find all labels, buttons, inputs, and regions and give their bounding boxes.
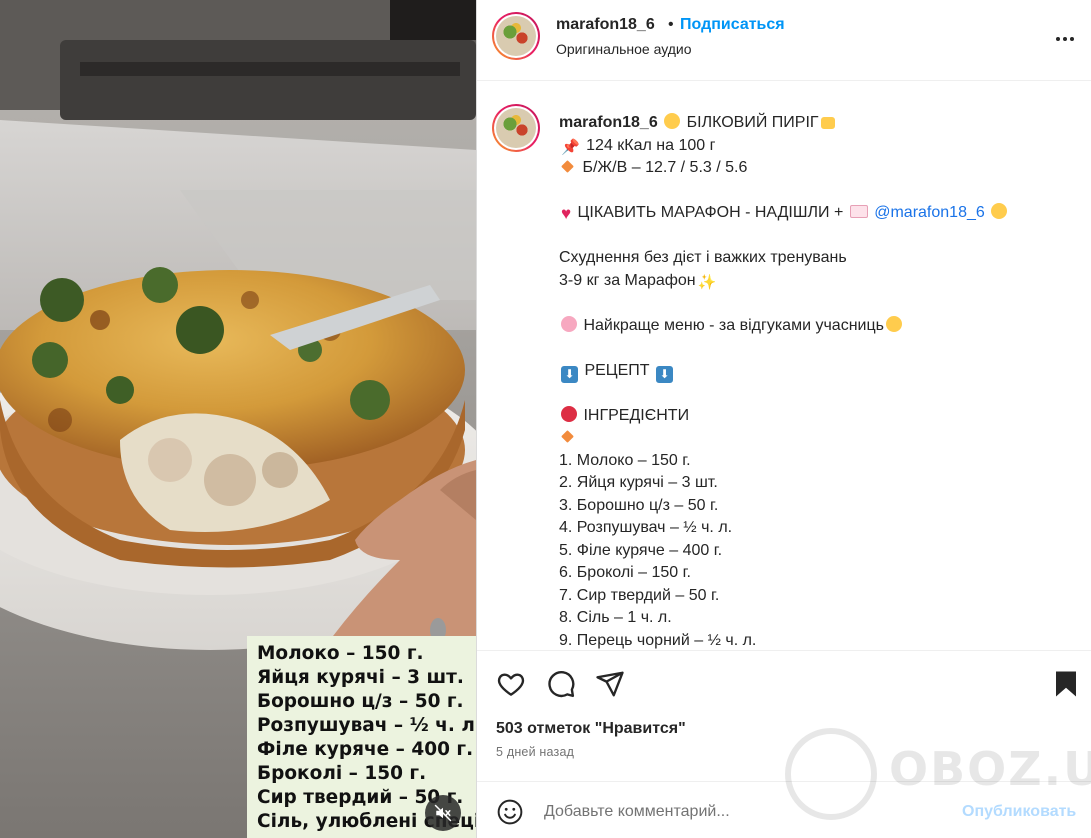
ingredient-item: 3. Борошно ц/з – 50 г. [559,496,719,514]
caption-menu: Найкраще меню - за відгуками учасниць [583,316,884,334]
caption-title: БІЛКОВИЙ ПИРІГ [686,114,819,131]
ingredient-item: 9. Перець чорний – ½ ч. л. [559,631,757,649]
ingredient-item: 2. Яйця курячі – 3 шт. [559,474,718,491]
separator-dot: • [668,16,674,33]
heart-emoji-icon: ♥ [561,204,572,223]
caption-cta: ЦІКАВИТЬ МАРАФОН - НАДІШЛИ + [577,204,844,221]
caption-kcal: 124 кКал на 100 г [586,136,716,154]
cheese-emoji-icon [820,117,835,129]
dizzy-icon: ✨ [697,273,717,291]
ingredient-item: 8. Сіль – 1 ч. л. [559,609,672,626]
post-panel: marafon18_6 • Подписаться Оригинальное а… [477,0,1091,838]
heart-icon[interactable] [496,669,526,699]
caption-macros: Б/Ж/В – 12.7 / 5.3 / 5.6 [582,159,748,176]
mute-button[interactable] [425,795,461,831]
down-arrow-icon: ⬇ [561,365,578,383]
orange-diamond-icon [561,430,574,443]
caption-recipe: РЕЦЕПТ [584,361,650,379]
overlay-line: Філе куряче – 400 г. [257,739,474,760]
caption-promo-1: Схуднення без дієт і важких тренувань [559,249,847,266]
ingredient-item: 6. Броколі – 150 г. [559,564,691,581]
username-link[interactable]: marafon18_6 [556,16,655,34]
comment-input[interactable] [544,800,954,824]
ingredient-item: 1. Молоко – 150 г. [559,451,691,469]
post-header: marafon18_6 • Подписаться Оригинальное а… [477,0,1091,81]
caption-text: marafon18_6 БІЛКОВИЙ ПИРІГ 📌 124 кКал на… [559,112,1079,650]
grin-emoji-icon [664,113,681,129]
emoji-picker-icon[interactable] [497,799,523,825]
ingredient-item: 7. Сир твердий – 50 г. [559,586,720,604]
smiling-hearts-icon [561,315,577,332]
post-time[interactable]: 5 дней назад [496,745,574,759]
overlay-line: Броколі – 150 г. [257,763,427,784]
avatar[interactable] [492,104,540,152]
publish-button[interactable]: Опубликовать [962,803,1076,821]
caption-promo-2: 3-9 кг за Марафон [559,271,696,289]
hug-emoji-icon [991,203,1008,219]
share-icon[interactable] [595,669,625,699]
mention-link[interactable]: @marafon18_6 [874,204,985,221]
post-media[interactable]: Молоко – 150 г. Яйця курячі – 3 шт. Боро… [0,0,476,838]
ingredient-item: 5. Філе куряче – 400 г. [559,541,723,559]
love-letter-icon [849,205,868,218]
orange-diamond-icon [561,160,574,173]
follow-button[interactable]: Подписаться [680,16,785,34]
caption-ingredients-label: ІНГРЕДІЄНТИ [583,406,690,424]
pushpin-icon: 📌 [561,138,580,156]
audio-link[interactable]: Оригинальное аудио [556,41,692,57]
overlay-line: Молоко – 150 г. [257,643,424,664]
overlay-line: Розпушувач – ½ ч. л. [257,715,476,736]
caption-area[interactable]: marafon18_6 БІЛКОВИЙ ПИРІГ 📌 124 кКал на… [477,82,1091,650]
action-bar [477,651,1091,715]
caption-username[interactable]: marafon18_6 [559,114,658,131]
comment-bar: Опубликовать [477,781,1091,838]
more-options-icon[interactable] [1053,27,1077,51]
overlay-line: Яйця курячі – 3 шт. [257,667,464,688]
likes-count[interactable]: 503 отметок "Нравится" [496,720,686,738]
comment-icon[interactable] [546,669,576,699]
down-arrow-icon: ⬇ [656,365,674,383]
yum-emoji-icon [885,315,902,332]
speaker-muted-icon [434,804,452,822]
ingredient-item: 4. Розпушувач – ½ ч. л. [559,519,733,536]
overlay-line: Борошно ц/з – 50 г. [257,691,464,712]
bookmark-icon[interactable] [1051,669,1081,699]
avatar[interactable] [492,12,540,60]
red-circle-icon [561,405,577,422]
